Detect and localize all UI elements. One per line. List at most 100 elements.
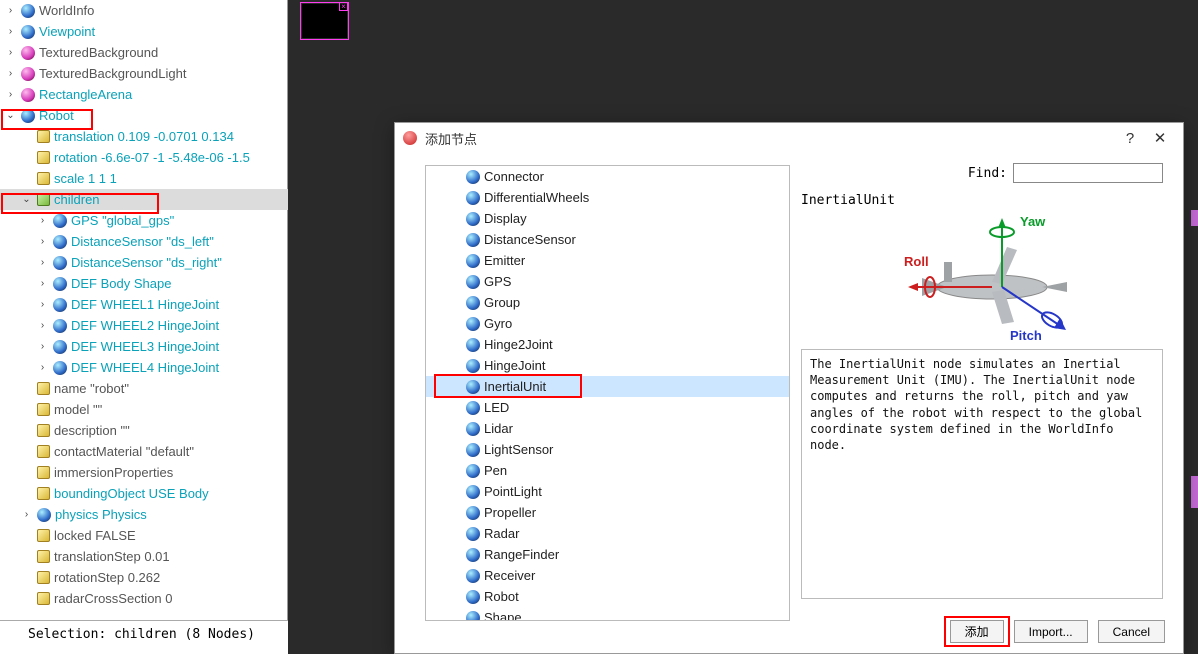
tree-row[interactable]: › Viewpoint bbox=[0, 21, 288, 42]
tree-row[interactable]: ›TexturedBackgroundLight bbox=[0, 63, 288, 84]
import-button[interactable]: Import... bbox=[1014, 620, 1088, 643]
expander-icon[interactable]: › bbox=[36, 278, 49, 289]
tree-node-label: immersionProperties bbox=[54, 465, 173, 480]
node-type-row[interactable]: Robot bbox=[426, 586, 789, 607]
expander-icon[interactable]: ⌄ bbox=[4, 110, 17, 121]
cube-yellow-icon bbox=[37, 571, 50, 584]
node-type-row[interactable]: PointLight bbox=[426, 481, 789, 502]
node-type-row[interactable]: GPS bbox=[426, 271, 789, 292]
tree-node-label: Viewpoint bbox=[39, 24, 95, 39]
tree-row[interactable]: ›DEF WHEEL1 HingeJoint bbox=[0, 294, 288, 315]
expander-icon[interactable]: ⌄ bbox=[20, 194, 33, 205]
expander-icon[interactable]: › bbox=[4, 47, 17, 58]
tree-row[interactable]: ›name "robot" bbox=[0, 378, 288, 399]
node-type-row[interactable]: LED bbox=[426, 397, 789, 418]
tree-row[interactable]: ⌄children bbox=[0, 189, 288, 210]
tree-node-label: DistanceSensor "ds_right" bbox=[71, 255, 222, 270]
sphere-blue-icon bbox=[466, 485, 480, 499]
tree-node-label: physics Physics bbox=[55, 507, 147, 522]
node-type-row[interactable]: Hinge2Joint bbox=[426, 334, 789, 355]
cube-yellow-icon bbox=[37, 592, 50, 605]
node-type-row[interactable]: Display bbox=[426, 208, 789, 229]
cube-yellow-icon bbox=[37, 382, 50, 395]
node-type-row[interactable]: Lidar bbox=[426, 418, 789, 439]
sphere-blue-icon bbox=[37, 508, 51, 522]
node-type-row[interactable]: InertialUnit bbox=[426, 376, 789, 397]
expander-icon[interactable]: › bbox=[4, 68, 17, 79]
tree-node-label: DistanceSensor "ds_left" bbox=[71, 234, 214, 249]
node-type-label: LED bbox=[484, 400, 509, 415]
expander-icon[interactable]: › bbox=[36, 236, 49, 247]
tree-row[interactable]: ›immersionProperties bbox=[0, 462, 288, 483]
tree-row[interactable]: ›boundingObject USE Body bbox=[0, 483, 288, 504]
expander-icon[interactable]: › bbox=[36, 341, 49, 352]
cube-yellow-icon bbox=[37, 466, 50, 479]
expander-icon[interactable]: › bbox=[4, 5, 17, 16]
tree-row[interactable]: ›description "" bbox=[0, 420, 288, 441]
tree-row[interactable]: ›TexturedBackground bbox=[0, 42, 288, 63]
tree-row[interactable]: ›rotationStep 0.262 bbox=[0, 567, 288, 588]
sphere-blue-icon bbox=[53, 256, 67, 270]
node-type-row[interactable]: Connector bbox=[426, 166, 789, 187]
tree-row[interactable]: ›radarCrossSection 0 bbox=[0, 588, 288, 609]
tree-node-label: contactMaterial "default" bbox=[54, 444, 194, 459]
node-type-row[interactable]: DistanceSensor bbox=[426, 229, 789, 250]
node-type-row[interactable]: Receiver bbox=[426, 565, 789, 586]
close-icon[interactable]: × bbox=[339, 2, 348, 11]
expander-icon[interactable]: › bbox=[20, 509, 33, 520]
tree-row[interactable]: ›DEF WHEEL3 HingeJoint bbox=[0, 336, 288, 357]
expander-icon[interactable]: › bbox=[36, 299, 49, 310]
tree-row[interactable]: › DistanceSensor "ds_right" bbox=[0, 252, 288, 273]
expander-icon[interactable]: › bbox=[36, 257, 49, 268]
tree-row[interactable]: › DistanceSensor "ds_left" bbox=[0, 231, 288, 252]
close-button[interactable]: ✕ bbox=[1145, 129, 1175, 147]
node-type-row[interactable]: Pen bbox=[426, 460, 789, 481]
tree-row[interactable]: ›DEF WHEEL4 HingeJoint bbox=[0, 357, 288, 378]
tree-row[interactable]: ›translationStep 0.01 bbox=[0, 546, 288, 567]
tree-row[interactable]: ›GPS "global_gps" bbox=[0, 210, 288, 231]
tree-row[interactable]: › physics Physics bbox=[0, 504, 288, 525]
node-type-row[interactable]: Group bbox=[426, 292, 789, 313]
node-type-row[interactable]: Radar bbox=[426, 523, 789, 544]
cancel-button[interactable]: Cancel bbox=[1098, 620, 1165, 643]
expander-icon[interactable]: › bbox=[4, 26, 17, 37]
node-type-label: Lidar bbox=[484, 421, 513, 436]
find-input[interactable] bbox=[1013, 163, 1163, 183]
tree-row[interactable]: ›DEF Body Shape bbox=[0, 273, 288, 294]
viewport-thumbnail[interactable]: × bbox=[300, 2, 349, 40]
node-type-row[interactable]: HingeJoint bbox=[426, 355, 789, 376]
svg-text:Pitch: Pitch bbox=[1010, 328, 1042, 342]
node-type-row[interactable]: DifferentialWheels bbox=[426, 187, 789, 208]
tree-row[interactable]: ›contactMaterial "default" bbox=[0, 441, 288, 462]
sphere-blue-icon bbox=[53, 235, 67, 249]
tree-row[interactable]: ›RectangleArena bbox=[0, 84, 288, 105]
node-type-row[interactable]: Gyro bbox=[426, 313, 789, 334]
tree-row[interactable]: ›WorldInfo bbox=[0, 0, 288, 21]
cube-yellow-icon bbox=[37, 529, 50, 542]
node-type-list[interactable]: ConnectorDifferentialWheelsDisplayDistan… bbox=[425, 165, 790, 621]
dialog-titlebar[interactable]: 添加节点 ? ✕ bbox=[395, 123, 1183, 153]
tree-row[interactable]: ›rotation -6.6e-07 -1 -5.48e-06 -1.5 bbox=[0, 147, 288, 168]
node-type-row[interactable]: Shape bbox=[426, 607, 789, 621]
expander-icon[interactable]: › bbox=[36, 362, 49, 373]
side-accent bbox=[1191, 476, 1198, 508]
sphere-magenta-icon bbox=[21, 67, 35, 81]
tree-row[interactable]: ⌄Robot bbox=[0, 105, 288, 126]
expander-icon[interactable]: › bbox=[36, 320, 49, 331]
tree-row[interactable]: ›scale 1 1 1 bbox=[0, 168, 288, 189]
help-button[interactable]: ? bbox=[1115, 130, 1145, 147]
node-type-row[interactable]: RangeFinder bbox=[426, 544, 789, 565]
tree-row[interactable]: ›translation 0.109 -0.0701 0.134 bbox=[0, 126, 288, 147]
tree-row[interactable]: ›DEF WHEEL2 HingeJoint bbox=[0, 315, 288, 336]
node-type-label: Hinge2Joint bbox=[484, 337, 553, 352]
add-button[interactable]: 添加 bbox=[950, 620, 1004, 643]
expander-icon[interactable]: › bbox=[36, 215, 49, 226]
expander-icon[interactable]: › bbox=[4, 89, 17, 100]
node-type-row[interactable]: LightSensor bbox=[426, 439, 789, 460]
sphere-blue-icon bbox=[466, 380, 480, 394]
node-type-row[interactable]: Emitter bbox=[426, 250, 789, 271]
tree-row[interactable]: ›locked FALSE bbox=[0, 525, 288, 546]
tree-row[interactable]: ›model "" bbox=[0, 399, 288, 420]
node-type-row[interactable]: Propeller bbox=[426, 502, 789, 523]
scene-tree[interactable]: ›WorldInfo›Viewpoint›TexturedBackground›… bbox=[0, 0, 288, 618]
